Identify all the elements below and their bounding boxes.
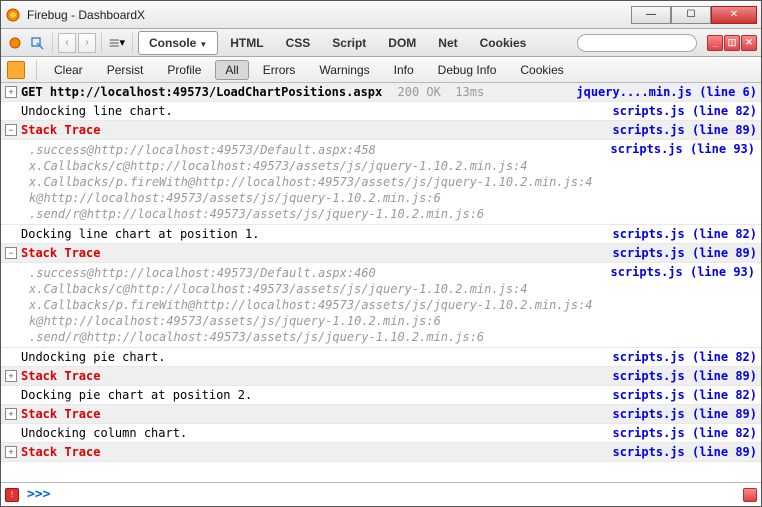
source-link[interactable]: scripts.js (line 93) bbox=[611, 142, 756, 156]
tab-net[interactable]: Net bbox=[428, 32, 467, 54]
source-link[interactable]: scripts.js (line 89) bbox=[613, 445, 758, 459]
trace-line: x.Callbacks/c@http://localhost:49573/ass… bbox=[29, 158, 757, 174]
minimize-button[interactable]: — bbox=[631, 6, 671, 24]
inspect-icon[interactable] bbox=[27, 33, 47, 53]
source-link[interactable]: scripts.js (line 82) bbox=[613, 104, 758, 118]
log-message: Undocking line chart. bbox=[21, 104, 605, 118]
separator bbox=[52, 33, 53, 53]
console-output[interactable]: + GET http://localhost:49573/LoadChartPo… bbox=[1, 83, 761, 482]
stack-trace-row[interactable]: − Stack Trace scripts.js (line 89) bbox=[1, 121, 761, 140]
collapse-toggle[interactable]: − bbox=[5, 247, 17, 259]
filter-all-button[interactable]: All bbox=[215, 60, 248, 80]
close-panel-button[interactable]: ✕ bbox=[741, 35, 757, 51]
log-message: Undocking pie chart. bbox=[21, 350, 605, 364]
profile-button[interactable]: Profile bbox=[157, 60, 211, 80]
titlebar: Firebug - DashboardX — ☐ ✕ bbox=[1, 1, 761, 29]
tab-html[interactable]: HTML bbox=[220, 32, 273, 54]
firebug-icon bbox=[5, 7, 21, 23]
trace-line: x.Callbacks/c@http://localhost:49573/ass… bbox=[29, 281, 757, 297]
firebug-menu-icon[interactable] bbox=[5, 33, 25, 53]
source-link[interactable]: scripts.js (line 89) bbox=[613, 123, 758, 137]
minimize-panel-button[interactable]: _ bbox=[707, 35, 723, 51]
log-row: Undocking pie chart. scripts.js (line 82… bbox=[1, 348, 761, 367]
command-prompt: >>> bbox=[27, 487, 50, 502]
detach-panel-button[interactable]: ◫ bbox=[724, 35, 740, 51]
expand-toggle[interactable]: + bbox=[5, 446, 17, 458]
expand-toggle[interactable]: + bbox=[5, 408, 17, 420]
source-link[interactable]: jquery....min.js (line 6) bbox=[576, 85, 757, 99]
filter-errors-button[interactable]: Errors bbox=[253, 60, 306, 80]
clear-button[interactable]: Clear bbox=[44, 60, 93, 80]
tab-console[interactable]: Console▼ bbox=[138, 31, 218, 55]
chevron-down-icon: ▼ bbox=[199, 40, 207, 49]
separator bbox=[101, 33, 102, 53]
command-line[interactable]: ! >>> bbox=[1, 482, 761, 506]
expand-toggle[interactable]: + bbox=[5, 370, 17, 382]
source-link[interactable]: scripts.js (line 89) bbox=[613, 407, 758, 421]
stack-trace-body: scripts.js (line 93) .success@http://loc… bbox=[1, 263, 761, 348]
back-button[interactable]: ‹ bbox=[58, 33, 76, 53]
request-status: 200 OK bbox=[398, 85, 441, 99]
stack-trace-label: Stack Trace bbox=[21, 369, 605, 383]
tab-script[interactable]: Script bbox=[322, 32, 376, 54]
close-button[interactable]: ✕ bbox=[711, 6, 757, 24]
panel-list-icon[interactable]: ▾ bbox=[107, 33, 127, 53]
source-link[interactable]: scripts.js (line 82) bbox=[613, 227, 758, 241]
source-link[interactable]: scripts.js (line 82) bbox=[613, 388, 758, 402]
source-link[interactable]: scripts.js (line 82) bbox=[613, 426, 758, 440]
stack-trace-row[interactable]: + Stack Trace scripts.js (line 89) bbox=[1, 367, 761, 386]
trace-line: x.Callbacks/p.fireWith@http://localhost:… bbox=[29, 297, 757, 313]
separator bbox=[36, 60, 37, 80]
source-link[interactable]: scripts.js (line 82) bbox=[613, 350, 758, 364]
tab-css[interactable]: CSS bbox=[276, 32, 321, 54]
stack-trace-row[interactable]: − Stack Trace scripts.js (line 89) bbox=[1, 244, 761, 263]
forward-button[interactable]: › bbox=[78, 33, 96, 53]
request-time: 13ms bbox=[455, 85, 484, 99]
source-link[interactable]: scripts.js (line 89) bbox=[613, 369, 758, 383]
window-title: Firebug - DashboardX bbox=[27, 8, 631, 22]
stack-trace-label: Stack Trace bbox=[21, 246, 605, 260]
net-request-row[interactable]: + GET http://localhost:49573/LoadChartPo… bbox=[1, 83, 761, 102]
filter-info-button[interactable]: Info bbox=[384, 60, 424, 80]
source-link[interactable]: scripts.js (line 89) bbox=[613, 246, 758, 260]
trace-line: .send/r@http://localhost:49573/assets/js… bbox=[29, 329, 757, 345]
break-icon[interactable] bbox=[7, 61, 25, 79]
trace-line: x.Callbacks/p.fireWith@http://localhost:… bbox=[29, 174, 757, 190]
filter-warnings-button[interactable]: Warnings bbox=[309, 60, 379, 80]
stack-trace-row[interactable]: + Stack Trace scripts.js (line 89) bbox=[1, 405, 761, 424]
filter-cookies-button[interactable]: Cookies bbox=[510, 60, 573, 80]
stack-trace-body: scripts.js (line 93) .success@http://loc… bbox=[1, 140, 761, 225]
tab-dom[interactable]: DOM bbox=[378, 32, 426, 54]
request-url: http://localhost:49573/LoadChartPosition… bbox=[50, 85, 382, 99]
persist-button[interactable]: Persist bbox=[97, 60, 154, 80]
separator bbox=[132, 33, 133, 53]
log-row: Undocking line chart. scripts.js (line 8… bbox=[1, 102, 761, 121]
filter-debug-button[interactable]: Debug Info bbox=[428, 60, 507, 80]
maximize-button[interactable]: ☐ bbox=[671, 6, 711, 24]
main-toolbar: ‹ › ▾ Console▼ HTML CSS Script DOM Net C… bbox=[1, 29, 761, 57]
log-row: Undocking column chart. scripts.js (line… bbox=[1, 424, 761, 443]
log-row: Docking line chart at position 1. script… bbox=[1, 225, 761, 244]
search-input[interactable] bbox=[577, 34, 697, 52]
command-editor-toggle[interactable] bbox=[743, 488, 757, 502]
source-link[interactable]: scripts.js (line 93) bbox=[611, 265, 756, 279]
collapse-toggle[interactable]: − bbox=[5, 124, 17, 136]
tab-cookies[interactable]: Cookies bbox=[470, 32, 537, 54]
log-message: Docking pie chart at position 2. bbox=[21, 388, 605, 402]
log-message: Docking line chart at position 1. bbox=[21, 227, 605, 241]
trace-line: k@http://localhost:49573/assets/js/jquer… bbox=[29, 313, 757, 329]
log-row: Docking pie chart at position 2. scripts… bbox=[1, 386, 761, 405]
expand-toggle[interactable]: + bbox=[5, 86, 17, 98]
request-method: GET bbox=[21, 85, 43, 99]
stack-trace-label: Stack Trace bbox=[21, 445, 605, 459]
trace-line: k@http://localhost:49573/assets/js/jquer… bbox=[29, 190, 757, 206]
console-toolbar: Clear Persist Profile All Errors Warning… bbox=[1, 57, 761, 83]
error-indicator-icon[interactable]: ! bbox=[5, 488, 19, 502]
stack-trace-row[interactable]: + Stack Trace scripts.js (line 89) bbox=[1, 443, 761, 462]
stack-trace-label: Stack Trace bbox=[21, 123, 605, 137]
stack-trace-label: Stack Trace bbox=[21, 407, 605, 421]
log-message: Undocking column chart. bbox=[21, 426, 605, 440]
trace-line: .send/r@http://localhost:49573/assets/js… bbox=[29, 206, 757, 222]
